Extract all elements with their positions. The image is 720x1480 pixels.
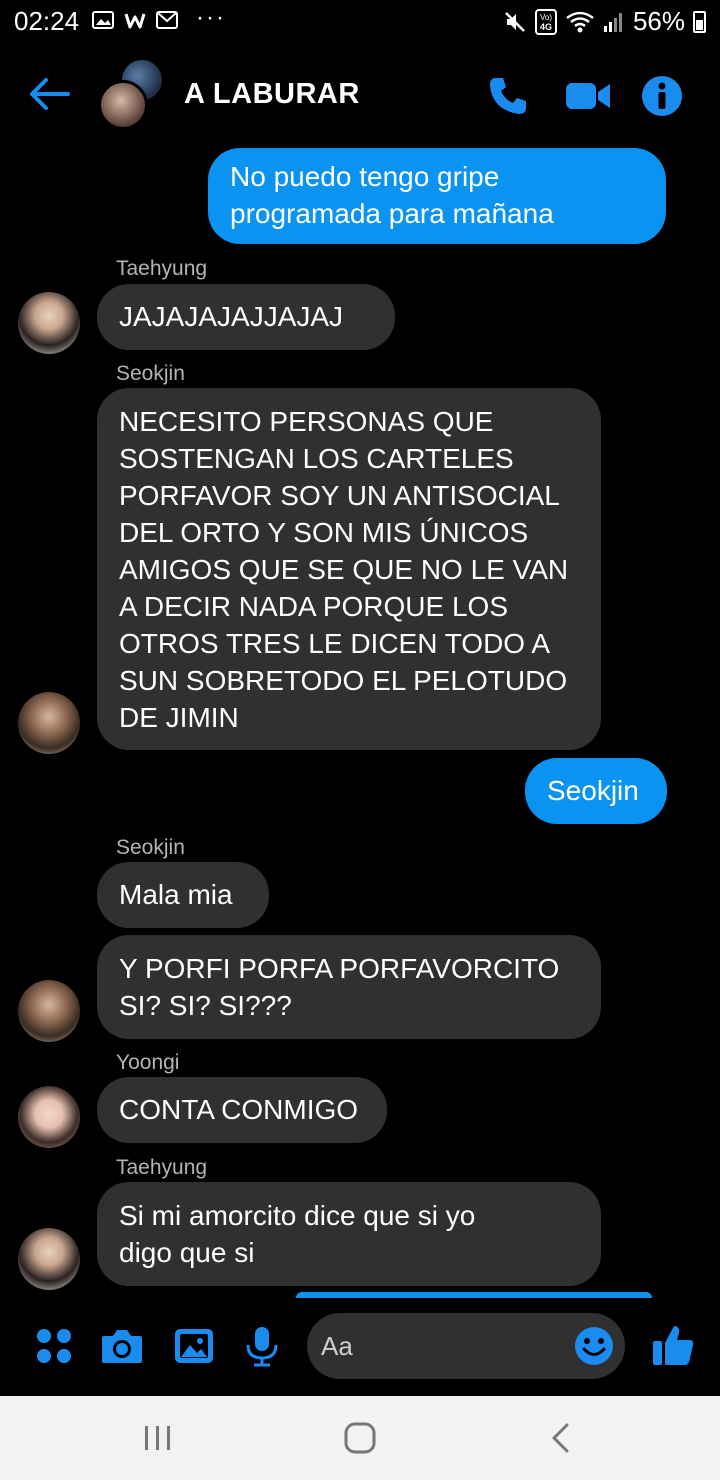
chat-header: A LABURAR [0,50,720,140]
svg-text:4G: 4G [540,22,552,32]
video-camera-icon[interactable] [564,74,612,118]
image-notification-icon [92,11,114,29]
sender-name: Seokjin [116,362,185,385]
mail-notification-icon [156,11,178,29]
system-nav-bar [0,1396,720,1480]
nav-home-icon[interactable] [340,1420,380,1456]
message-text: Y PORFI PORFA PORFAVORCITO SI? SI? SI??? [119,953,560,1021]
more-notifications-icon: ··· [196,4,226,31]
message-text: JAJAJAJAJJAJAJ [119,301,344,332]
message-text: Si mi amorcito dice que si yo digo que s… [119,1200,476,1268]
phone-icon[interactable] [486,74,530,118]
notification-icons [92,10,178,30]
avatar-taehyung[interactable] [18,1228,80,1290]
group-avatar[interactable] [98,58,170,130]
message-input-container[interactable] [307,1313,625,1379]
avatar-yoongi[interactable] [18,1086,80,1148]
message-text: Mala mia [119,879,233,910]
volte-icon: Vo)4G [534,8,557,35]
status-bar: 02:24 ··· Vo) 4G 56% [0,0,720,44]
info-icon[interactable] [640,74,684,118]
nav-recent-icon[interactable] [138,1420,178,1456]
message-text: CONTA CONMIGO [119,1094,359,1125]
message-input[interactable] [321,1313,571,1379]
battery-icon [693,10,706,33]
svg-text:Vo): Vo) [540,13,552,22]
message-incoming[interactable]: CONTA CONMIGO [97,1077,387,1143]
sender-name: Taehyung [116,257,208,280]
mute-icon [505,11,525,32]
wattpad-notification-icon [124,13,146,29]
gallery-icon[interactable] [172,1324,216,1368]
sender-name: Seokjin [116,836,185,859]
battery-percent: 56% [632,6,685,36]
message-incoming[interactable]: JAJAJAJAJJAJAJ [97,284,395,350]
wifi-icon [566,11,594,32]
apps-grid-icon[interactable] [32,1324,76,1368]
message-outgoing[interactable]: No puedo tengo gripe programada para mañ… [208,148,666,244]
message-text: No puedo tengo gripe programada para mañ… [230,161,554,229]
status-time: 02:24 [14,6,80,36]
microphone-icon[interactable] [240,1324,284,1368]
system-status-icons: Vo) 4G 56% [503,6,706,37]
message-incoming[interactable]: NECESITO PERSONAS QUE SOSTENGAN LOS CART… [97,388,601,750]
sender-name: Taehyung [116,1156,208,1179]
message-text: NECESITO PERSONAS QUE SOSTENGAN LOS CART… [119,406,569,733]
avatar-taehyung[interactable] [18,292,80,354]
sender-name: Yoongi [116,1051,180,1074]
avatar-seokjin[interactable] [18,692,80,754]
message-incoming[interactable]: Mala mia [97,862,269,928]
group-avatar-front [98,80,148,130]
thumbs-up-icon[interactable] [650,1322,696,1368]
avatar-seokjin[interactable] [18,980,80,1042]
chat-title[interactable]: A LABURAR [184,78,360,111]
camera-icon[interactable] [100,1324,144,1368]
message-incoming[interactable]: Si mi amorcito dice que si yo digo que s… [97,1182,601,1286]
message-incoming[interactable]: Y PORFI PORFA PORFAVORCITO SI? SI? SI??? [97,935,601,1039]
emoji-icon[interactable] [573,1325,615,1367]
nav-back-icon[interactable] [542,1420,582,1456]
back-arrow-icon[interactable] [28,76,70,112]
message-outgoing-partial[interactable] [296,1292,652,1298]
message-text: Seokjin [547,775,639,806]
message-outgoing[interactable]: Seokjin [525,758,667,824]
signal-icon [603,12,622,32]
composer-bar [0,1300,720,1396]
